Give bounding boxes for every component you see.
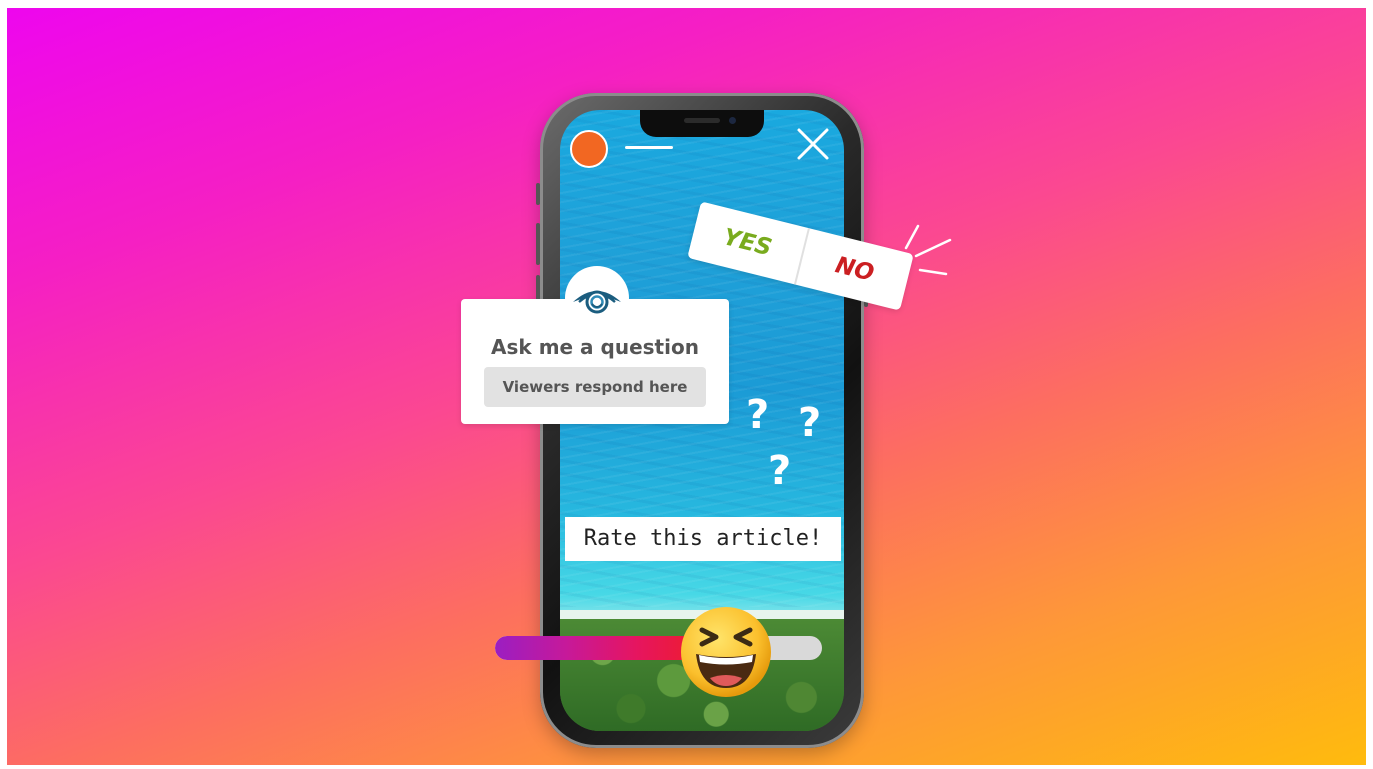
- question-marks-icon: ? ? ?: [746, 392, 821, 491]
- eye-icon: [573, 290, 621, 314]
- story-progress-bar: [625, 146, 673, 149]
- grinning-squinting-face-icon[interactable]: [678, 604, 774, 700]
- front-camera: [729, 117, 736, 124]
- svg-text:?: ?: [746, 392, 769, 438]
- svg-text:?: ?: [768, 448, 791, 491]
- question-sticker-title: Ask me a question: [491, 335, 699, 359]
- profile-avatar[interactable]: [570, 130, 608, 168]
- background: Ask me a question Viewers respond here Y…: [7, 8, 1366, 765]
- speaker: [684, 118, 720, 123]
- rate-article-label: Rate this article!: [565, 517, 841, 561]
- volume-up-button: [536, 223, 540, 265]
- question-response-field[interactable]: Viewers respond here: [484, 367, 706, 407]
- question-sticker-badge: [565, 266, 629, 330]
- close-icon[interactable]: [793, 124, 833, 164]
- rating-slider-fill: [495, 636, 698, 660]
- silent-switch: [536, 183, 540, 205]
- notch: [640, 110, 764, 137]
- emphasis-lines-icon: [904, 224, 952, 276]
- svg-text:?: ?: [798, 400, 821, 446]
